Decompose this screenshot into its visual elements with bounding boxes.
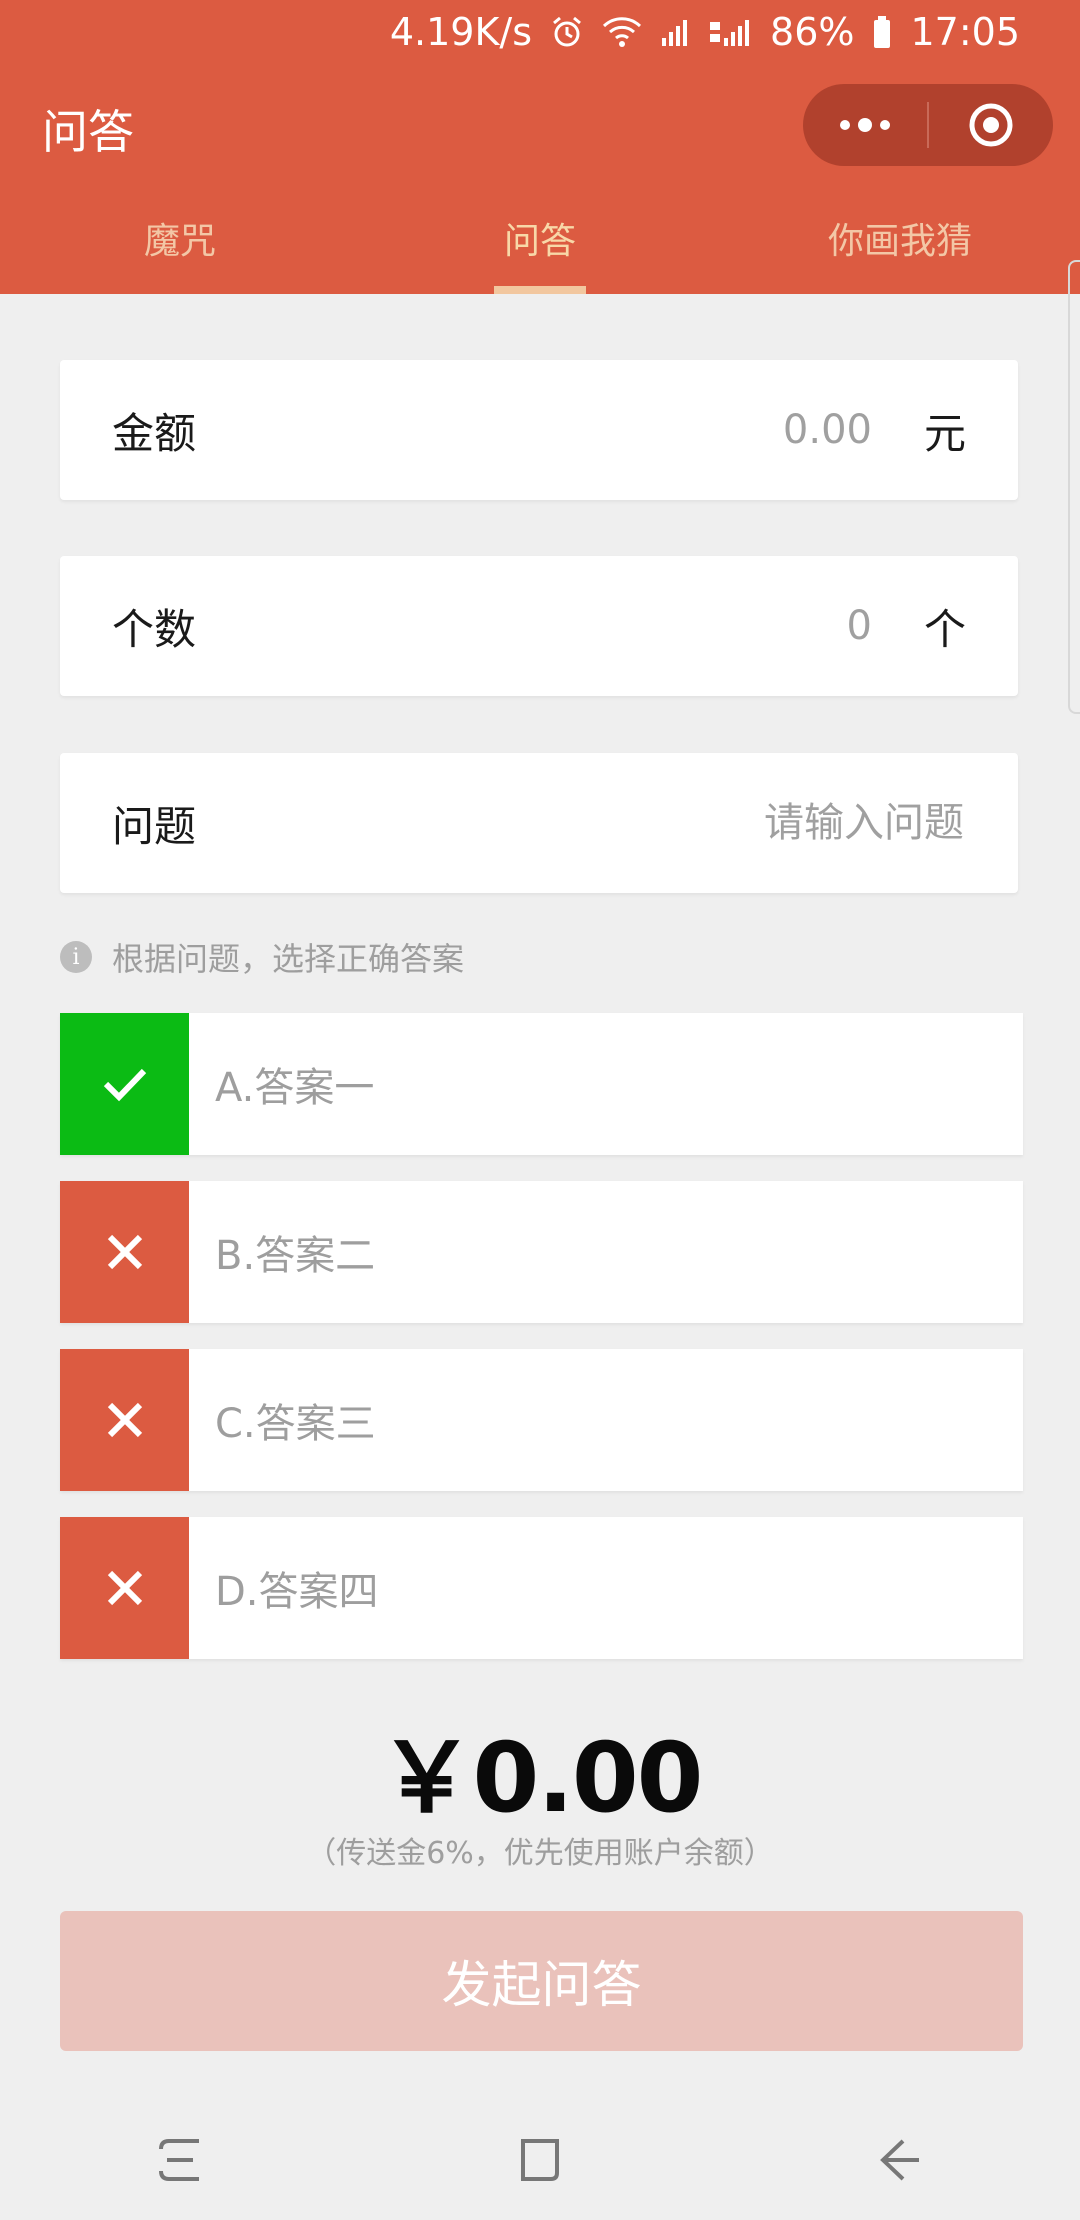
page-title: 问答 bbox=[42, 105, 134, 159]
answer-option-a[interactable]: A.答案一 bbox=[60, 1013, 1023, 1155]
hint-text: 根据问题，选择正确答案 bbox=[112, 940, 465, 978]
wrong-toggle[interactable] bbox=[60, 1349, 189, 1491]
clock: 17:05 bbox=[910, 10, 1020, 54]
active-tab-indicator bbox=[494, 286, 586, 294]
info-icon: i bbox=[60, 941, 92, 973]
option-text[interactable]: A.答案一 bbox=[189, 1055, 374, 1113]
battery-icon bbox=[872, 15, 892, 49]
question-field[interactable]: 问题 bbox=[60, 753, 1018, 893]
wifi-icon bbox=[602, 16, 642, 48]
app-header: 4.19K/s 86% 17:05 问答 魔咒 问答 你画我猜 bbox=[0, 0, 1080, 294]
back-arrow-icon bbox=[880, 2139, 919, 2181]
submit-button[interactable]: 发起问答 bbox=[60, 1911, 1023, 2051]
close-icon bbox=[107, 1402, 142, 1438]
count-label: 个数 bbox=[112, 604, 197, 654]
home-icon bbox=[521, 2139, 559, 2181]
more-dots-icon bbox=[840, 118, 890, 132]
battery-percent: 86% bbox=[770, 10, 855, 54]
question-label: 问题 bbox=[112, 801, 197, 851]
tab-bar: 魔咒 问答 你画我猜 bbox=[0, 206, 1080, 294]
correct-toggle[interactable] bbox=[60, 1013, 189, 1155]
status-bar: 4.19K/s 86% 17:05 bbox=[390, 0, 1080, 64]
more-button[interactable] bbox=[803, 84, 927, 166]
amount-value[interactable]: 0.00 bbox=[783, 407, 872, 453]
target-icon bbox=[969, 103, 1013, 147]
amount-unit: 元 bbox=[923, 408, 966, 458]
close-icon bbox=[107, 1234, 142, 1270]
option-text[interactable]: C.答案三 bbox=[189, 1391, 376, 1449]
network-speed: 4.19K/s bbox=[389, 10, 533, 54]
alarm-icon bbox=[550, 15, 584, 49]
home-button[interactable] bbox=[480, 2120, 600, 2200]
mini-program-capsule bbox=[803, 84, 1053, 166]
tab-magic[interactable]: 魔咒 bbox=[0, 206, 360, 294]
close-icon bbox=[107, 1570, 142, 1606]
tab-qa[interactable]: 问答 bbox=[360, 206, 720, 294]
option-text[interactable]: B.答案二 bbox=[189, 1223, 375, 1281]
signal-icon-2 bbox=[708, 16, 752, 48]
scroll-edge bbox=[1068, 260, 1080, 714]
answer-hint: i 根据问题，选择正确答案 bbox=[60, 934, 464, 980]
back-button[interactable] bbox=[840, 2120, 960, 2200]
answer-option-b[interactable]: B.答案二 bbox=[60, 1181, 1023, 1323]
close-miniprogram-button[interactable] bbox=[929, 84, 1053, 166]
answer-option-c[interactable]: C.答案三 bbox=[60, 1349, 1023, 1491]
question-input[interactable] bbox=[662, 799, 966, 847]
amount-label: 金额 bbox=[112, 408, 197, 458]
count-unit: 个 bbox=[923, 604, 966, 654]
option-text[interactable]: D.答案四 bbox=[189, 1559, 379, 1617]
tab-draw-guess[interactable]: 你画我猜 bbox=[720, 206, 1080, 294]
count-field[interactable]: 个数 0 个 bbox=[60, 556, 1018, 696]
wrong-toggle[interactable] bbox=[60, 1517, 189, 1659]
count-value[interactable]: 0 bbox=[847, 603, 872, 649]
recents-icon bbox=[159, 2139, 199, 2181]
total-amount: ￥0.00 bbox=[378, 1722, 704, 1834]
signal-icon-1 bbox=[660, 16, 690, 48]
recents-button[interactable] bbox=[120, 2120, 240, 2200]
answer-option-d[interactable]: D.答案四 bbox=[60, 1517, 1023, 1659]
fee-note: （传送金6%，优先使用账户余额） bbox=[306, 1836, 774, 1871]
amount-field[interactable]: 金额 0.00 元 bbox=[60, 360, 1018, 500]
system-nav-bar bbox=[0, 2100, 1080, 2220]
wrong-toggle[interactable] bbox=[60, 1181, 189, 1323]
check-icon bbox=[103, 1068, 146, 1102]
